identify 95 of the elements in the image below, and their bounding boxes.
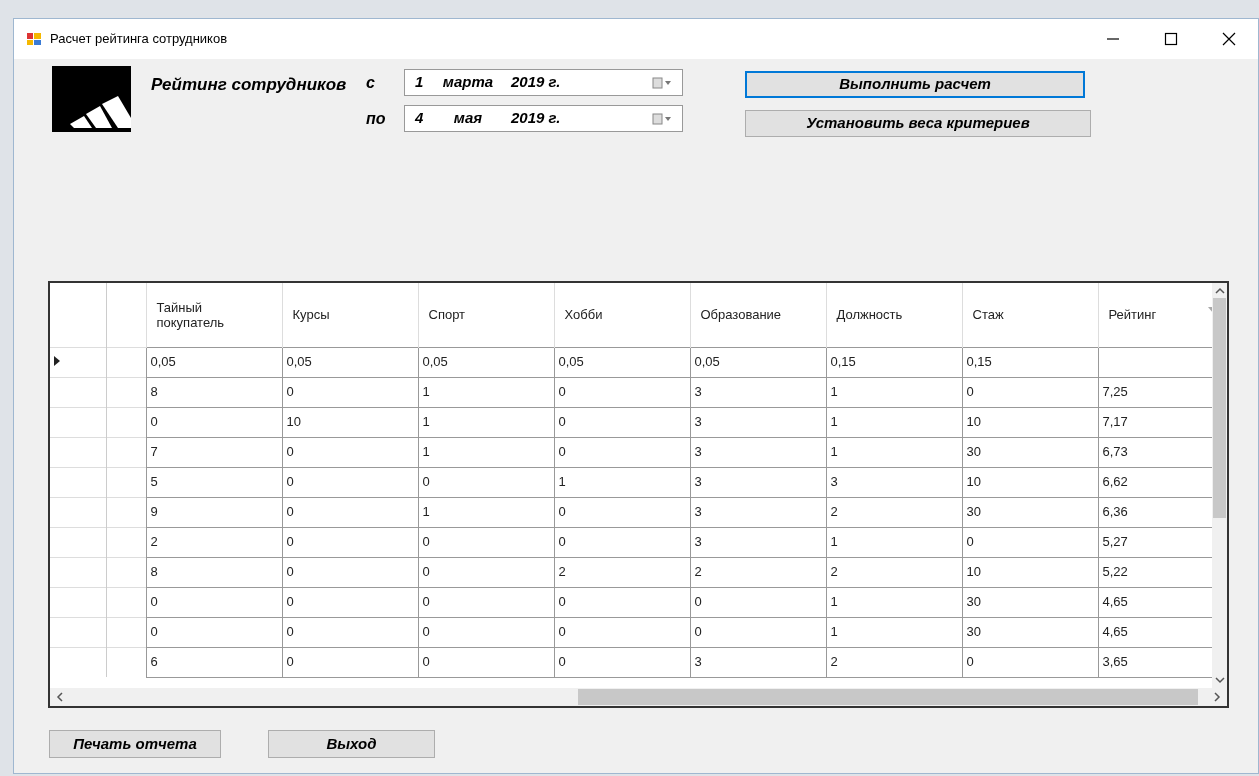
table-cell: 0,05 bbox=[146, 347, 282, 377]
table-cell: 0 bbox=[554, 437, 690, 467]
date-label: по bbox=[366, 108, 387, 129]
table-cell: 0,05 bbox=[418, 347, 554, 377]
date-picker[interactable]: 1 марта 2019 г. bbox=[404, 69, 683, 96]
table-cell: 1 bbox=[826, 617, 962, 647]
table-cell: 3 bbox=[690, 497, 826, 527]
table-cell: 1 bbox=[554, 467, 690, 497]
table-cell: 8 bbox=[146, 557, 282, 587]
table-cell: 1 bbox=[418, 437, 554, 467]
table-cell: 10 bbox=[282, 407, 418, 437]
table-cell: 0 bbox=[282, 527, 418, 557]
table-cell: 0,15 bbox=[962, 347, 1098, 377]
table-cell: 5 bbox=[146, 467, 282, 497]
table-cell: 3 bbox=[690, 437, 826, 467]
table-cell: 3 bbox=[690, 527, 826, 557]
heading: Рейтинг сотрудников bbox=[151, 74, 347, 96]
table-cell: 0 bbox=[282, 497, 418, 527]
table-cell: 0 bbox=[554, 527, 690, 557]
table-cell: 30 bbox=[962, 437, 1098, 467]
table-cell: 30 bbox=[962, 617, 1098, 647]
table-cell: 2 bbox=[690, 557, 826, 587]
table-cell: 0 bbox=[554, 407, 690, 437]
action-button[interactable]: Выполнить расчет bbox=[745, 71, 1085, 98]
table-cell: 0 bbox=[282, 437, 418, 467]
table-cell: 0 bbox=[554, 377, 690, 407]
footer-button[interactable]: Печать отчета bbox=[49, 730, 221, 758]
table-cell: 0 bbox=[690, 587, 826, 617]
table-cell: 0,05 bbox=[690, 347, 826, 377]
date-label: с bbox=[366, 72, 376, 93]
table-cell: 0 bbox=[146, 617, 282, 647]
table-cell: 3 bbox=[690, 647, 826, 677]
column-header[interactable]: Спорт bbox=[428, 307, 544, 323]
footer-button[interactable]: Выход bbox=[268, 730, 435, 758]
table-cell: 1 bbox=[418, 497, 554, 527]
table-cell: 0 bbox=[554, 647, 690, 677]
table-cell: 1 bbox=[418, 377, 554, 407]
column-header[interactable]: Образование bbox=[700, 307, 816, 323]
table-cell: 0 bbox=[690, 617, 826, 647]
table-cell: 0 bbox=[554, 617, 690, 647]
table-cell: 9 bbox=[146, 497, 282, 527]
table-cell: 0 bbox=[554, 587, 690, 617]
table-cell: 0 bbox=[418, 527, 554, 557]
table-cell: 7 bbox=[146, 437, 282, 467]
table-cell: 0,05 bbox=[282, 347, 418, 377]
column-header[interactable]: Стаж bbox=[972, 307, 1088, 323]
table-cell: 0 bbox=[418, 557, 554, 587]
table-cell: 3 bbox=[690, 407, 826, 437]
table-cell: 0 bbox=[282, 467, 418, 497]
table-cell: 2 bbox=[826, 497, 962, 527]
table-cell: 1 bbox=[826, 587, 962, 617]
table-cell: 3 bbox=[690, 377, 826, 407]
column-header[interactable]: Хобби bbox=[564, 307, 680, 323]
table-cell: 0 bbox=[146, 587, 282, 617]
table-cell: 2 bbox=[554, 557, 690, 587]
table-cell: 30 bbox=[962, 497, 1098, 527]
table-cell: 0 bbox=[418, 587, 554, 617]
table-cell: 0 bbox=[962, 377, 1098, 407]
table-cell: 3 bbox=[690, 467, 826, 497]
column-header[interactable]: Рейтинг bbox=[1108, 307, 1212, 323]
action-button[interactable]: Установить веса критериев bbox=[745, 110, 1091, 137]
table-cell: 6 bbox=[146, 647, 282, 677]
table-cell: 2 bbox=[146, 527, 282, 557]
table-cell: 0,15 bbox=[826, 347, 962, 377]
table-cell: 10 bbox=[962, 407, 1098, 437]
table-cell: 1 bbox=[826, 377, 962, 407]
table-cell: 30 bbox=[962, 587, 1098, 617]
table-cell: 0 bbox=[418, 617, 554, 647]
table-cell: 0 bbox=[962, 647, 1098, 677]
table-cell: 0 bbox=[282, 557, 418, 587]
table-cell: 2 bbox=[826, 557, 962, 587]
table-cell: 0 bbox=[962, 527, 1098, 557]
column-header[interactable]: Должность bbox=[836, 307, 952, 323]
table-cell: 0 bbox=[282, 617, 418, 647]
table-cell: 0 bbox=[146, 407, 282, 437]
table-cell: 3 bbox=[826, 467, 962, 497]
table-cell: 10 bbox=[962, 467, 1098, 497]
table-cell: 0 bbox=[554, 497, 690, 527]
table-cell: 0,05 bbox=[554, 347, 690, 377]
table-cell: 10 bbox=[962, 557, 1098, 587]
table-cell: 0 bbox=[418, 647, 554, 677]
table-cell: 0 bbox=[282, 587, 418, 617]
date-picker[interactable]: 4 мая 2019 г. bbox=[404, 105, 683, 132]
window-title: Расчет рейтинга сотрудников bbox=[50, 30, 228, 49]
table-cell: 2 bbox=[826, 647, 962, 677]
column-header[interactable]: Курсы bbox=[292, 307, 408, 323]
table-cell: 1 bbox=[826, 407, 962, 437]
column-header[interactable]: Тайный покупатель bbox=[156, 299, 272, 330]
table-cell: 0 bbox=[282, 377, 418, 407]
table-cell: 1 bbox=[418, 407, 554, 437]
table-cell: 1 bbox=[826, 527, 962, 557]
table-cell: 1 bbox=[826, 437, 962, 467]
table-cell: 0 bbox=[418, 467, 554, 497]
table-cell: 8 bbox=[146, 377, 282, 407]
table-cell: 0 bbox=[282, 647, 418, 677]
